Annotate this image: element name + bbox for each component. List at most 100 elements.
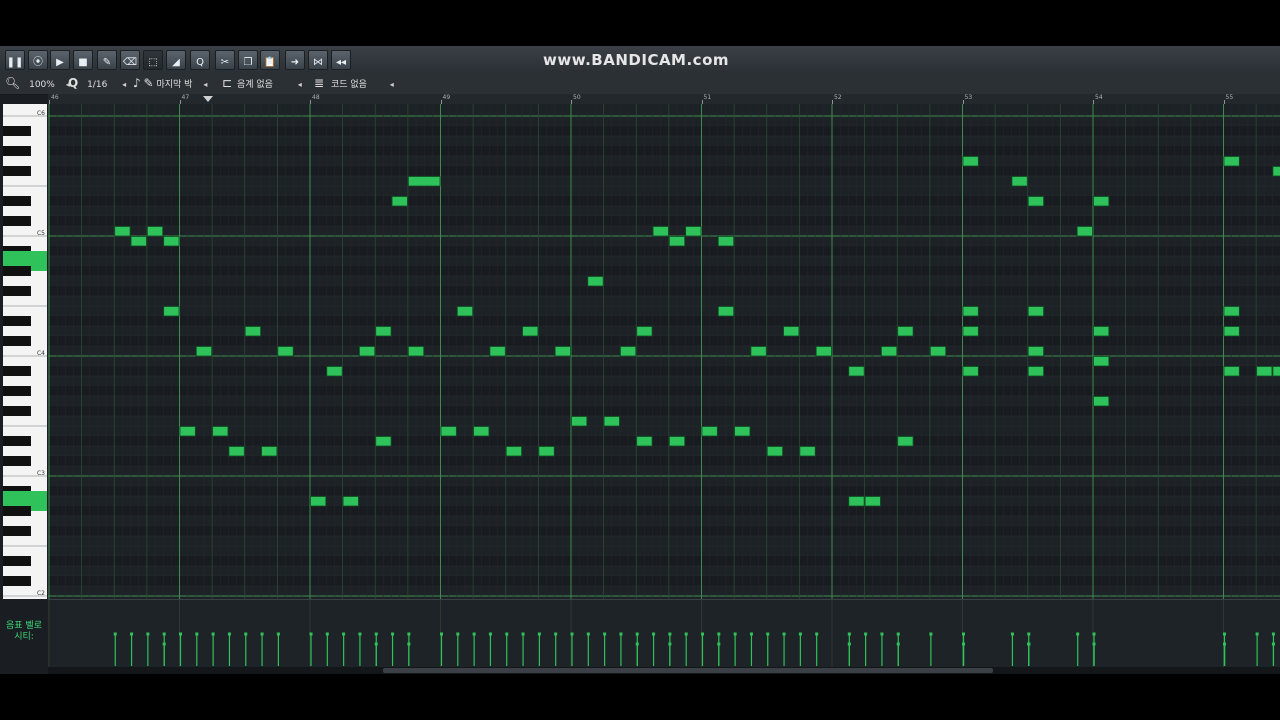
note[interactable] [195, 346, 213, 357]
note[interactable] [848, 496, 865, 507]
piano-black-key[interactable] [3, 436, 31, 446]
velocity-handle[interactable] [537, 632, 541, 636]
note[interactable] [179, 426, 196, 437]
note[interactable] [766, 446, 783, 457]
piano-black-key[interactable] [3, 386, 31, 396]
note[interactable] [114, 226, 131, 237]
note[interactable] [636, 436, 653, 447]
velocity-handle[interactable] [407, 632, 411, 636]
piano-black-key[interactable] [3, 526, 31, 536]
note[interactable] [685, 226, 702, 237]
note[interactable] [522, 326, 539, 337]
note[interactable] [538, 446, 555, 457]
velocity-handle[interactable] [407, 642, 411, 646]
velocity-handle[interactable] [733, 632, 737, 636]
velocity-handle[interactable] [864, 632, 868, 636]
note[interactable] [261, 446, 278, 457]
note[interactable] [881, 346, 898, 357]
record-button[interactable]: ⦿ [28, 50, 48, 70]
note[interactable] [1093, 326, 1110, 337]
velocity-handle[interactable] [1271, 642, 1275, 646]
note[interactable] [244, 326, 261, 337]
select-button[interactable]: ⬚ [143, 50, 163, 70]
velocity-handle[interactable] [554, 632, 558, 636]
paste-button[interactable]: 📋 [260, 50, 280, 70]
note[interactable] [929, 346, 947, 357]
velocity-handle[interactable] [309, 632, 313, 636]
horizontal-scrollbar[interactable] [48, 667, 1280, 674]
note[interactable] [1027, 196, 1044, 207]
quantize-control[interactable]: Q 1/16 ◂ [68, 76, 126, 91]
velocity-handle[interactable] [619, 632, 623, 636]
chevron-left-icon[interactable]: ◂ [298, 80, 302, 89]
note[interactable] [734, 426, 751, 437]
piano-black-key[interactable] [3, 336, 31, 346]
note[interactable] [277, 346, 294, 357]
note-length-control[interactable]: ♪ ✎ 마지막 박 ◂ [133, 76, 207, 91]
scale-control[interactable]: ⊏ 음계 없음 ◂ [222, 76, 302, 91]
velocity-handle[interactable] [1223, 642, 1226, 646]
copy-button[interactable]: ❐ [238, 50, 258, 70]
note[interactable] [1076, 226, 1093, 237]
piano-black-key[interactable] [3, 576, 31, 586]
note[interactable] [962, 366, 979, 377]
piano-black-key[interactable] [3, 316, 31, 326]
piano-black-key[interactable] [3, 406, 31, 416]
note[interactable] [897, 436, 914, 447]
note[interactable] [587, 276, 604, 287]
note[interactable] [146, 226, 164, 237]
note[interactable] [962, 156, 979, 167]
note[interactable] [962, 306, 979, 317]
velocity-handle[interactable] [1027, 632, 1031, 636]
velocity-handle[interactable] [798, 632, 802, 636]
velocity-handle[interactable] [358, 632, 362, 636]
chevron-left-icon[interactable]: ◂ [203, 80, 207, 89]
velocity-handle[interactable] [880, 632, 884, 636]
note[interactable] [489, 346, 506, 357]
velocity-handle[interactable] [342, 632, 346, 636]
velocity-handle[interactable] [325, 632, 329, 636]
piano-black-key[interactable] [3, 146, 31, 156]
note[interactable] [130, 236, 147, 247]
velocity-handle[interactable] [847, 632, 851, 636]
note[interactable] [962, 326, 979, 337]
note[interactable] [212, 426, 229, 437]
stop-at-loop-button[interactable]: ◂◂ [331, 50, 351, 70]
note[interactable] [603, 416, 620, 427]
note[interactable] [897, 326, 914, 337]
velocity-handle[interactable] [847, 642, 851, 646]
note[interactable] [652, 226, 669, 237]
piano-black-key[interactable] [3, 506, 31, 516]
velocity-handle[interactable] [668, 642, 672, 646]
note[interactable] [668, 236, 686, 247]
velocity-handle[interactable] [505, 632, 509, 636]
chord-control[interactable]: ≣ 코드 없음 ◂ [314, 76, 394, 91]
note[interactable] [1272, 166, 1280, 177]
note[interactable] [1027, 346, 1044, 357]
note[interactable] [391, 196, 408, 207]
velocity-handle[interactable] [635, 632, 639, 636]
note[interactable] [456, 306, 474, 317]
note[interactable] [717, 236, 735, 247]
piano-black-key[interactable] [3, 166, 31, 176]
velocity-handle[interactable] [896, 632, 900, 636]
velocity-handle[interactable] [815, 632, 819, 636]
velocity-handle[interactable] [1010, 632, 1014, 636]
velocity-handle[interactable] [782, 632, 786, 636]
note[interactable] [1223, 306, 1240, 317]
note[interactable] [1223, 326, 1240, 337]
velocity-handle[interactable] [488, 632, 492, 636]
chevron-left-icon[interactable]: ◂ [390, 80, 394, 89]
note[interactable] [407, 176, 441, 187]
scrollbar-thumb[interactable] [383, 668, 993, 673]
velocity-handle[interactable] [521, 632, 525, 636]
velocity-handle[interactable] [684, 632, 688, 636]
note[interactable] [620, 346, 637, 357]
piano-keys[interactable]: C6 C5 C4 C3 C2 [3, 104, 47, 599]
piano-black-key[interactable] [3, 286, 31, 296]
velocity-handle[interactable] [1092, 632, 1096, 636]
velocity-handle[interactable] [1027, 642, 1031, 646]
note[interactable] [473, 426, 490, 437]
note[interactable] [326, 366, 343, 377]
velocity-handle[interactable] [1255, 632, 1259, 636]
